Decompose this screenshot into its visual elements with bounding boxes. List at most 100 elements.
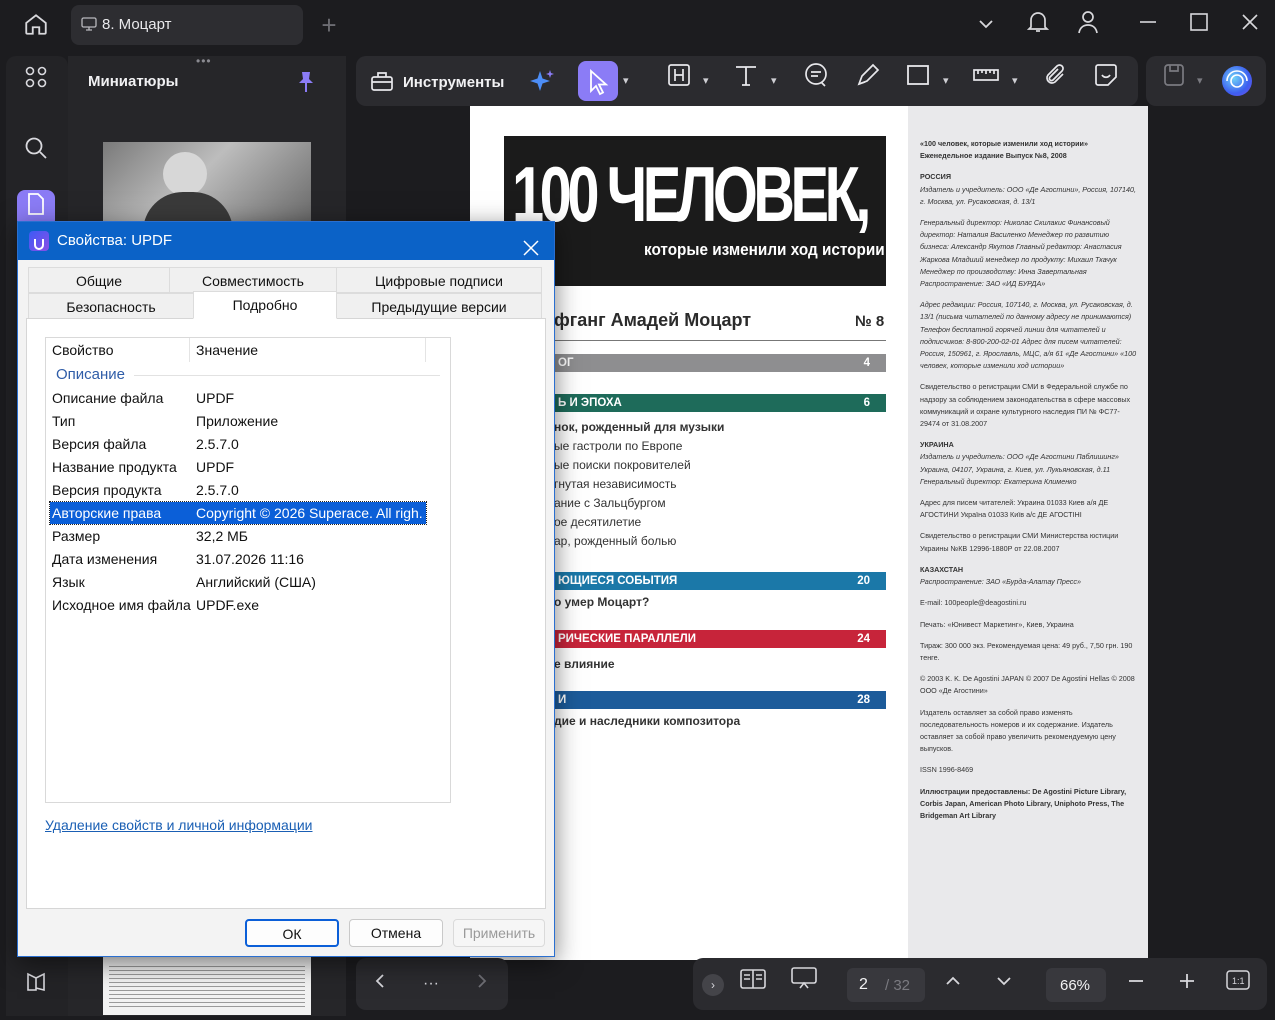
toc-line: о умер Моцарт?: [554, 595, 650, 609]
table-row[interactable]: Название продукта UPDF: [50, 456, 426, 478]
pencil-tool-icon[interactable]: [854, 62, 882, 100]
toolbox-icon[interactable]: [370, 69, 394, 98]
zoom-level-box[interactable]: 66%: [1046, 968, 1106, 1002]
imprint-paragraph: «100 человек, которые изменили ход истор…: [920, 139, 1088, 161]
portrait-body: [143, 192, 233, 222]
tab-digital-signatures[interactable]: Цифровые подписи: [336, 267, 542, 293]
home-icon[interactable]: [19, 11, 53, 41]
tab-general[interactable]: Общие: [28, 267, 170, 293]
page-current[interactable]: 2: [859, 976, 868, 994]
zoom-out-icon[interactable]: [1119, 966, 1153, 1002]
properties-dialog: Свойства: UPDF Общие Совместимость Цифро…: [17, 221, 555, 957]
reading-mode-icon[interactable]: [736, 966, 770, 1002]
presentation-icon[interactable]: [787, 966, 821, 1002]
rectangle-tool-icon[interactable]: [904, 62, 932, 100]
imprint-paragraph: Генеральный директор: Николас Скилакис Ф…: [920, 218, 1122, 289]
updf-logo-icon: [29, 231, 49, 251]
page-number-box[interactable]: 2 / 32: [847, 968, 925, 1002]
page-total: / 32: [885, 977, 911, 994]
table-row[interactable]: Тип Приложение: [50, 410, 426, 432]
table-row[interactable]: Версия продукта 2.5.7.0: [50, 479, 426, 501]
dialog-title: Свойства: UPDF: [57, 232, 173, 249]
imprint-paragraph: Печать: «Юнивест Маркетинг», Киев, Украи…: [920, 619, 1074, 629]
tools-label[interactable]: Инструменты: [403, 74, 504, 91]
column-header-property[interactable]: Свойство: [46, 338, 190, 362]
drag-handle[interactable]: •••: [196, 54, 212, 68]
more-icon[interactable]: ···: [414, 966, 448, 1002]
table-row[interactable]: Язык Английский (США): [50, 571, 426, 593]
comment-tool-icon[interactable]: [802, 62, 830, 100]
toc-line: гнутая независимость: [554, 477, 677, 491]
highlight-tool-icon[interactable]: [665, 62, 693, 100]
bell-icon[interactable]: [1021, 10, 1055, 40]
text-caret-icon[interactable]: ▾: [771, 62, 777, 100]
new-tab-plus-icon[interactable]: +: [312, 10, 346, 40]
select-caret-icon[interactable]: ▾: [623, 62, 629, 100]
tab-compatibility[interactable]: Совместимость: [169, 267, 337, 293]
group-header-description: Описание: [56, 363, 440, 387]
column-header-value[interactable]: Значение: [190, 338, 426, 362]
cancel-button[interactable]: Отмена: [349, 919, 443, 947]
dialog-title-bar: Свойства: UPDF: [18, 222, 554, 260]
document-tab[interactable]: 8. Моцарт: [71, 5, 303, 45]
next-arrow-icon[interactable]: [465, 966, 499, 1002]
close-window-icon[interactable]: [1233, 10, 1267, 40]
save-caret-icon[interactable]: ▾: [1197, 62, 1203, 100]
imprint-paragraph: Издатель и учредитель: ООО «Де Агостини …: [920, 452, 1119, 486]
minimize-icon[interactable]: [1131, 10, 1165, 40]
tab-title: 8. Моцарт: [102, 16, 172, 33]
shape-caret-icon[interactable]: ▾: [943, 62, 949, 100]
save-icon[interactable]: [1160, 62, 1188, 100]
thumbnail-toc-page[interactable]: [103, 957, 311, 1015]
thumbnail-mozart[interactable]: [103, 142, 311, 222]
sticker-icon[interactable]: [1092, 62, 1120, 100]
tab-previous-versions[interactable]: Предыдущие версии: [336, 293, 542, 319]
imprint-heading: КАЗАХСТАН: [920, 564, 964, 574]
attachment-icon[interactable]: [1042, 62, 1070, 100]
text-tool-icon[interactable]: [732, 62, 760, 100]
ai-assistant-icon[interactable]: [1222, 66, 1252, 96]
page-up-icon[interactable]: [936, 966, 970, 1002]
zoom-in-icon[interactable]: [1170, 966, 1204, 1002]
ok-button[interactable]: ОК: [245, 919, 339, 947]
maximize-icon[interactable]: [1182, 10, 1216, 40]
apply-button[interactable]: Применить: [453, 919, 545, 947]
thumbnail-lines: [109, 963, 305, 1009]
monitor-icon: [81, 17, 97, 36]
toc-bar: И 28: [554, 691, 886, 709]
dialog-close-icon[interactable]: [523, 233, 539, 271]
toc-line: ые гастроли по Европе: [554, 439, 683, 453]
table-row[interactable]: Описание файла UPDF: [50, 387, 426, 409]
tab-security[interactable]: Безопасность: [28, 293, 194, 319]
properties-list[interactable]: Свойство Значение Описание Описание файл…: [45, 337, 451, 803]
page-down-icon[interactable]: [987, 966, 1021, 1002]
zoom-level[interactable]: 66%: [1060, 977, 1090, 994]
toc-line: ар, рожденный болью: [554, 534, 677, 548]
chevron-down-icon[interactable]: [969, 11, 1003, 41]
imprint-paragraph: Иллюстрации предоставлены: De Agostini P…: [920, 786, 1127, 820]
actual-size-icon[interactable]: 1:1: [1221, 966, 1255, 1002]
ai-sparkle-icon[interactable]: [528, 68, 556, 101]
measure-tool-icon[interactable]: [972, 62, 1000, 100]
highlight-caret-icon[interactable]: ▾: [703, 62, 709, 100]
imprint-paragraph: ISSN 1996-8469: [920, 765, 974, 775]
user-icon[interactable]: [1071, 10, 1105, 40]
grid-icon[interactable]: [17, 62, 55, 100]
pin-icon[interactable]: [296, 70, 316, 99]
imprint-paragraph: Тираж: 300 000 экз. Рекомендуемая цена: …: [920, 640, 1133, 662]
table-row[interactable]: Исходное имя файла UPDF.exe: [50, 594, 426, 616]
layers-icon[interactable]: [17, 966, 55, 1004]
collapse-arrow-icon[interactable]: ›: [702, 974, 724, 996]
table-row[interactable]: Размер 32,2 МБ: [50, 525, 426, 547]
table-row[interactable]: Дата изменения 31.07.2026 11:16: [50, 548, 426, 570]
remove-properties-link[interactable]: Удаление свойств и личной информации: [45, 817, 313, 833]
table-row[interactable]: Версия файла 2.5.7.0: [50, 433, 426, 455]
measure-caret-icon[interactable]: ▾: [1012, 62, 1018, 100]
prev-arrow-icon[interactable]: [363, 966, 397, 1002]
tab-details[interactable]: Подробно: [193, 291, 337, 319]
select-tool-button[interactable]: [578, 61, 618, 101]
table-row-selected[interactable]: Авторские права Copyright © 2026 Superace…: [49, 501, 427, 525]
toc-line: е влияние: [554, 657, 615, 671]
search-icon[interactable]: [17, 134, 55, 172]
imprint-heading: РОССИЯ: [920, 172, 952, 182]
